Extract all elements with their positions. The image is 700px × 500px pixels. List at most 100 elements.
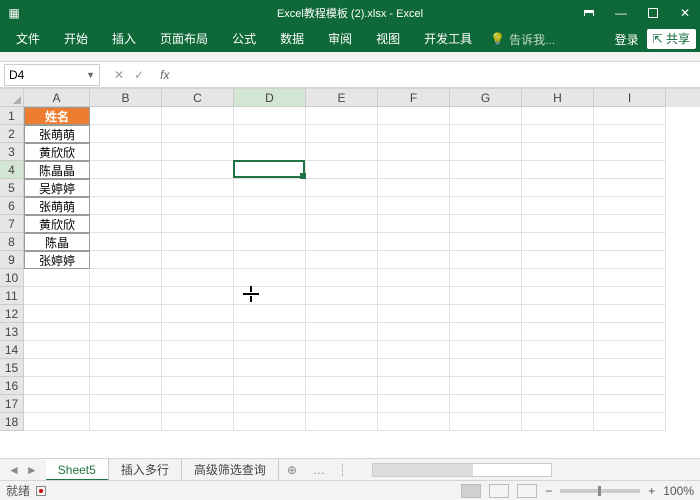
- sheet-nav-prev-icon[interactable]: ◄: [8, 463, 20, 477]
- cell-E17[interactable]: [306, 395, 378, 413]
- cell-I6[interactable]: [594, 197, 666, 215]
- cell-E10[interactable]: [306, 269, 378, 287]
- cell-I2[interactable]: [594, 125, 666, 143]
- cell-H5[interactable]: [522, 179, 594, 197]
- cancel-formula-icon[interactable]: ✕: [114, 68, 124, 82]
- cell-D2[interactable]: [234, 125, 306, 143]
- sheet-nav-next-icon[interactable]: ►: [26, 463, 38, 477]
- cell-I11[interactable]: [594, 287, 666, 305]
- cell-H16[interactable]: [522, 377, 594, 395]
- cell-A16[interactable]: [24, 377, 90, 395]
- cell-H11[interactable]: [522, 287, 594, 305]
- cell-F7[interactable]: [378, 215, 450, 233]
- cell-B2[interactable]: [90, 125, 162, 143]
- cell-H13[interactable]: [522, 323, 594, 341]
- cell-C6[interactable]: [162, 197, 234, 215]
- col-header-F[interactable]: F: [378, 89, 450, 107]
- zoom-out-button[interactable]: −: [545, 484, 552, 498]
- cell-C12[interactable]: [162, 305, 234, 323]
- row-header-1[interactable]: 1: [0, 107, 24, 125]
- normal-view-button[interactable]: [461, 484, 481, 498]
- cell-A4[interactable]: 陈晶晶: [24, 161, 90, 179]
- ribbon-tab-数据[interactable]: 数据: [268, 26, 316, 52]
- row-header-7[interactable]: 7: [0, 215, 24, 233]
- row-header-6[interactable]: 6: [0, 197, 24, 215]
- cell-H12[interactable]: [522, 305, 594, 323]
- zoom-in-button[interactable]: +: [648, 484, 655, 498]
- cell-B7[interactable]: [90, 215, 162, 233]
- ribbon-tab-插入[interactable]: 插入: [100, 26, 148, 52]
- ribbon-tab-视图[interactable]: 视图: [364, 26, 412, 52]
- page-break-view-button[interactable]: [517, 484, 537, 498]
- cell-C18[interactable]: [162, 413, 234, 431]
- cell-E13[interactable]: [306, 323, 378, 341]
- col-header-D[interactable]: D: [234, 89, 306, 107]
- cell-G8[interactable]: [450, 233, 522, 251]
- cell-B16[interactable]: [90, 377, 162, 395]
- cell-D9[interactable]: [234, 251, 306, 269]
- cell-C13[interactable]: [162, 323, 234, 341]
- cell-H15[interactable]: [522, 359, 594, 377]
- cell-G12[interactable]: [450, 305, 522, 323]
- col-header-E[interactable]: E: [306, 89, 378, 107]
- ribbon-tab-开始[interactable]: 开始: [52, 26, 100, 52]
- cell-H3[interactable]: [522, 143, 594, 161]
- row-header-9[interactable]: 9: [0, 251, 24, 269]
- cell-A14[interactable]: [24, 341, 90, 359]
- cell-F8[interactable]: [378, 233, 450, 251]
- name-box[interactable]: D4 ▼: [4, 64, 100, 86]
- cell-G10[interactable]: [450, 269, 522, 287]
- cell-F3[interactable]: [378, 143, 450, 161]
- cell-G16[interactable]: [450, 377, 522, 395]
- horizontal-scrollbar[interactable]: [372, 463, 552, 477]
- cell-C2[interactable]: [162, 125, 234, 143]
- row-header-3[interactable]: 3: [0, 143, 24, 161]
- cell-A9[interactable]: 张婷婷: [24, 251, 90, 269]
- cell-C4[interactable]: [162, 161, 234, 179]
- cell-I4[interactable]: [594, 161, 666, 179]
- cell-I14[interactable]: [594, 341, 666, 359]
- name-box-dropdown-icon[interactable]: ▼: [86, 70, 95, 80]
- cell-H7[interactable]: [522, 215, 594, 233]
- cell-A5[interactable]: 吴婷婷: [24, 179, 90, 197]
- cell-G13[interactable]: [450, 323, 522, 341]
- cell-B15[interactable]: [90, 359, 162, 377]
- cell-I7[interactable]: [594, 215, 666, 233]
- sheet-tab-高级筛选查询[interactable]: 高级筛选查询: [182, 459, 279, 481]
- cell-D11[interactable]: [234, 287, 306, 305]
- cell-B3[interactable]: [90, 143, 162, 161]
- col-header-I[interactable]: I: [594, 89, 666, 107]
- cell-A3[interactable]: 黄欣欣: [24, 143, 90, 161]
- cell-F1[interactable]: [378, 107, 450, 125]
- cell-B1[interactable]: [90, 107, 162, 125]
- sheet-more-icon[interactable]: …: [305, 463, 333, 477]
- cell-A18[interactable]: [24, 413, 90, 431]
- cell-E12[interactable]: [306, 305, 378, 323]
- cell-C10[interactable]: [162, 269, 234, 287]
- row-header-12[interactable]: 12: [0, 305, 24, 323]
- cell-A13[interactable]: [24, 323, 90, 341]
- cell-A15[interactable]: [24, 359, 90, 377]
- cell-C15[interactable]: [162, 359, 234, 377]
- zoom-slider[interactable]: [560, 489, 640, 493]
- cell-A17[interactable]: [24, 395, 90, 413]
- cell-B12[interactable]: [90, 305, 162, 323]
- select-all-corner[interactable]: [0, 89, 24, 107]
- row-header-16[interactable]: 16: [0, 377, 24, 395]
- close-button[interactable]: ✕: [670, 0, 700, 26]
- cell-I12[interactable]: [594, 305, 666, 323]
- cell-D14[interactable]: [234, 341, 306, 359]
- cell-C8[interactable]: [162, 233, 234, 251]
- col-header-C[interactable]: C: [162, 89, 234, 107]
- col-header-B[interactable]: B: [90, 89, 162, 107]
- cell-E11[interactable]: [306, 287, 378, 305]
- cell-F13[interactable]: [378, 323, 450, 341]
- col-header-G[interactable]: G: [450, 89, 522, 107]
- cell-D15[interactable]: [234, 359, 306, 377]
- cell-G3[interactable]: [450, 143, 522, 161]
- cell-F11[interactable]: [378, 287, 450, 305]
- cell-F2[interactable]: [378, 125, 450, 143]
- cell-G7[interactable]: [450, 215, 522, 233]
- row-header-5[interactable]: 5: [0, 179, 24, 197]
- cell-E7[interactable]: [306, 215, 378, 233]
